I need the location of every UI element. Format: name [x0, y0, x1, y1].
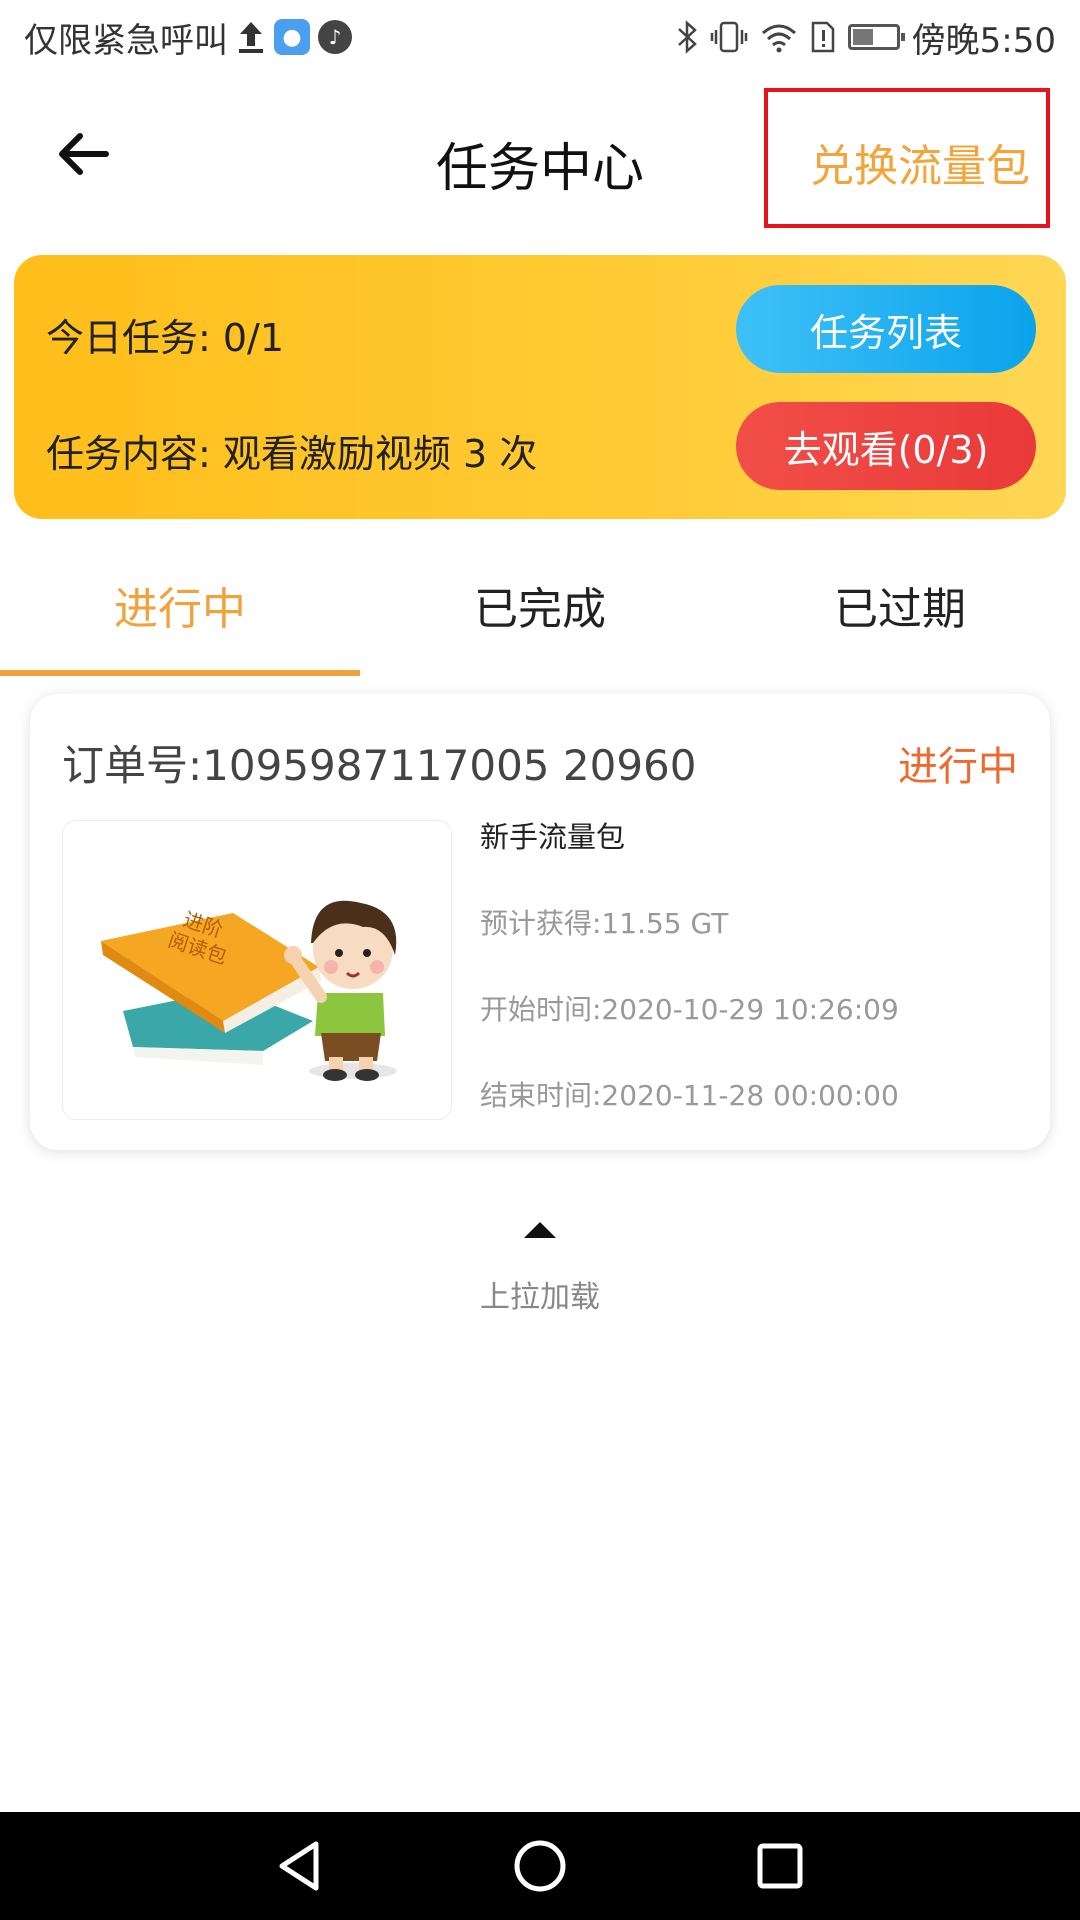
upload-icon — [236, 20, 266, 54]
status-right: 傍晚5:50 — [676, 12, 1056, 62]
package-name: 新手流量包 — [480, 820, 626, 854]
nav-home-button[interactable] — [508, 1834, 572, 1898]
header: 任务中心 兑换流量包 — [0, 74, 1080, 234]
navigation-bar — [0, 1812, 1080, 1920]
task-banner: 今日任务: 0/1 任务内容: 观看激励视频 3 次 任务列表 去观看(0/3) — [14, 255, 1066, 519]
end-time: 结束时间:2020-11-28 00:00:00 — [480, 1079, 899, 1112]
book-boy-illustration: 进阶阅读包 — [101, 900, 397, 1081]
exchange-package-button[interactable]: 兑换流量包 — [764, 88, 1050, 228]
vibrate-icon — [710, 20, 748, 54]
sim-alert-icon — [810, 20, 836, 54]
task-content-text: 任务内容: 观看激励视频 3 次 — [46, 432, 538, 476]
task-list-button[interactable]: 任务列表 — [736, 285, 1036, 373]
expected-reward: 预计获得:11.55 GT — [480, 907, 729, 940]
status-time: 傍晚5:50 — [911, 20, 1056, 61]
order-status: 进行中 — [898, 744, 1018, 790]
today-task-text: 今日任务: 0/1 — [46, 316, 285, 360]
tiktok-icon: ♪ — [318, 20, 352, 54]
nav-back-button[interactable] — [268, 1834, 332, 1898]
app-icon: ● — [274, 19, 310, 55]
tab-expired[interactable]: 已过期 — [720, 540, 1080, 670]
watch-video-button[interactable]: 去观看(0/3) — [736, 402, 1036, 490]
status-bar: 仅限紧急呼叫 ● ♪ 傍晚5:50 — [0, 0, 1080, 74]
circle-home-icon — [514, 1840, 566, 1892]
square-recents-icon — [757, 1843, 803, 1889]
battery-icon — [847, 24, 905, 50]
exchange-package-label: 兑换流量包 — [810, 141, 1030, 192]
tab-indicator — [0, 670, 360, 676]
load-more-text: 上拉加载 — [480, 1280, 600, 1315]
start-time: 开始时间:2020-10-29 10:26:09 — [480, 993, 899, 1026]
arrow-up-icon — [524, 1222, 556, 1238]
bluetooth-icon — [676, 20, 698, 54]
carrier-text: 仅限紧急呼叫 — [24, 20, 228, 61]
package-thumbnail: 进阶阅读包 — [62, 820, 452, 1120]
tab-completed[interactable]: 已完成 — [360, 540, 720, 670]
triangle-back-icon — [279, 1841, 319, 1891]
tab-in-progress[interactable]: 进行中 — [0, 540, 360, 670]
order-number: 订单号:1095987117005 20960 — [62, 741, 697, 790]
wifi-icon — [760, 21, 798, 53]
nav-recents-button[interactable] — [748, 1834, 812, 1898]
order-card[interactable]: 订单号:1095987117005 20960 进行中 进阶阅读包 新手流量包 … — [30, 694, 1050, 1150]
tab-bar: 进行中 已完成 已过期 — [0, 540, 1080, 676]
status-left: 仅限紧急呼叫 ● ♪ — [24, 12, 352, 62]
